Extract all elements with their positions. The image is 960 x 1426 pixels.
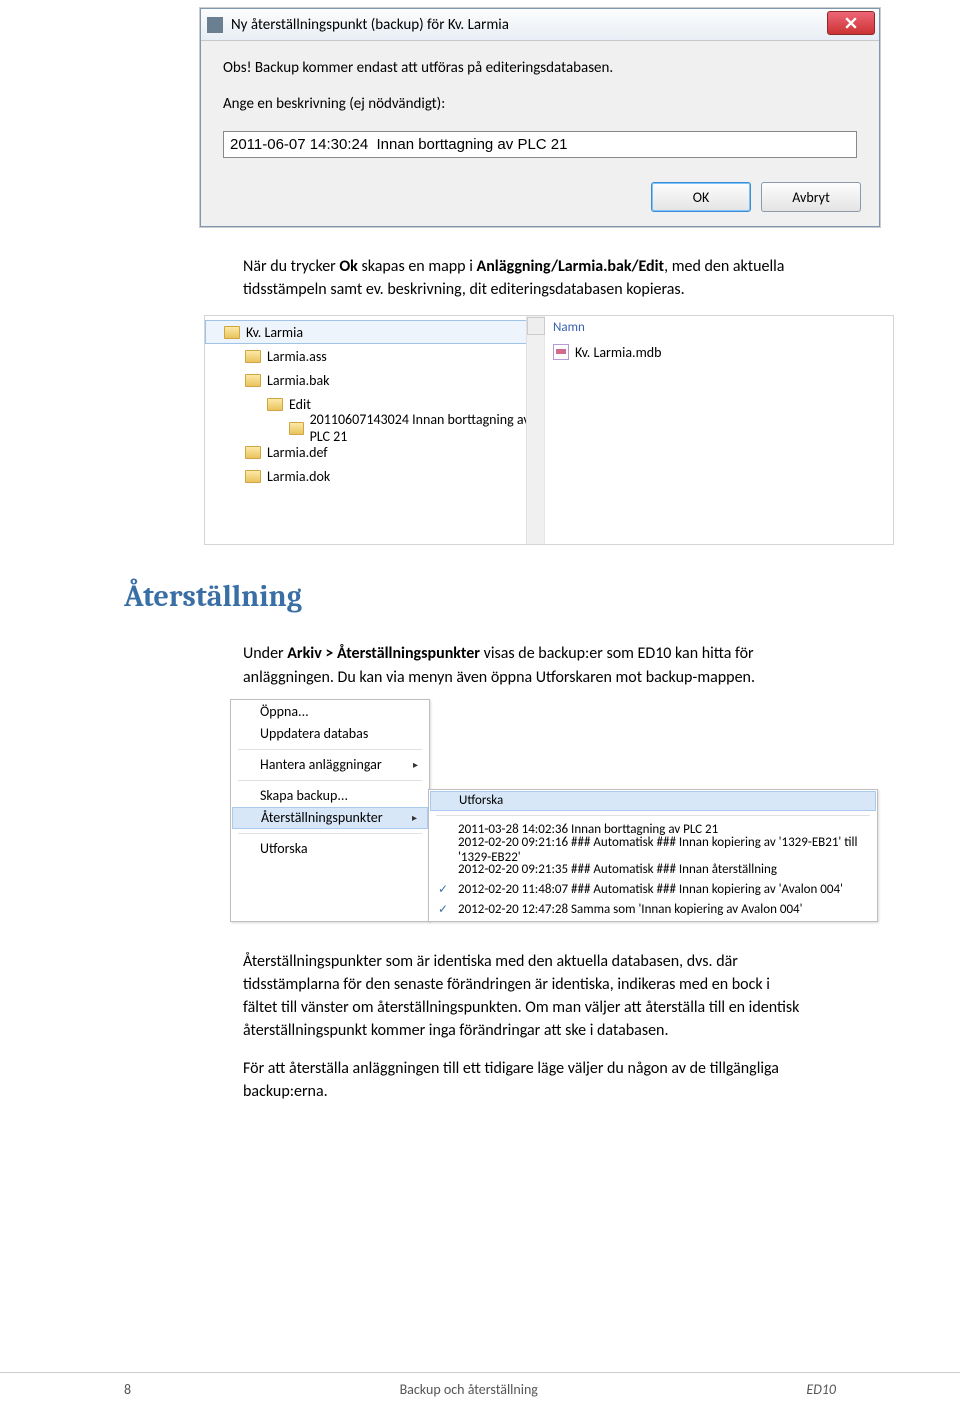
- folder-icon: [245, 446, 261, 459]
- folder-icon: [289, 422, 304, 435]
- text: skapas en mapp i: [358, 257, 477, 276]
- dialog-titlebar: Ny återställningspunkt (backup) för Kv. …: [201, 9, 879, 41]
- menu-separator: [238, 780, 422, 781]
- scrollbar[interactable]: [526, 316, 544, 544]
- tree-label: Larmia.dok: [267, 468, 330, 485]
- ok-button[interactable]: OK: [651, 182, 751, 212]
- submenu-item[interactable]: 2012-02-20 09:21:16 ### Automatisk ### I…: [430, 840, 876, 860]
- dialog-title: Ny återställningspunkt (backup) för Kv. …: [231, 16, 509, 34]
- heading-restore: Återställning: [124, 579, 960, 614]
- paragraph-4: För att återställa anläggningen till ett…: [243, 1057, 803, 1103]
- submenu-item[interactable]: ✓ 2012-02-20 11:48:07 ### Automatisk ### …: [430, 880, 876, 900]
- menu-label: Skapa backup...: [260, 787, 348, 804]
- folder-icon: [224, 326, 240, 339]
- menu-label: 2012-02-20 09:21:35 ### Automatisk ### I…: [458, 862, 777, 877]
- tree-label: Larmia.def: [267, 444, 328, 461]
- menu-separator: [238, 833, 422, 834]
- tree-label: Kv. Larmia: [246, 324, 303, 341]
- menu-label: 2012-02-20 12:47:28 Samma som 'Innan kop…: [458, 902, 803, 917]
- check-icon: ✓: [438, 902, 448, 917]
- footer-title: Backup och återställning: [400, 1381, 538, 1398]
- menu-item-open[interactable]: Öppna...: [232, 701, 428, 723]
- menu-separator: [436, 815, 870, 816]
- text: När du trycker: [243, 257, 339, 276]
- menu-item-restore-points[interactable]: Återställningspunkter ▸: [232, 807, 428, 829]
- text-bold: Ok: [339, 257, 358, 276]
- menu-label: Återställningspunkter: [261, 809, 383, 826]
- tree-label: Edit: [289, 396, 311, 413]
- folder-icon: [245, 350, 261, 363]
- column-header-name[interactable]: Namn: [553, 320, 885, 341]
- menu-item-create-backup[interactable]: Skapa backup...: [232, 785, 428, 807]
- menu-label: Uppdatera databas: [260, 725, 368, 742]
- menu-item-manage[interactable]: Hantera anläggningar ▸: [232, 754, 428, 776]
- page-number: 8: [124, 1381, 131, 1398]
- menu-screenshots: Öppna... Uppdatera databas Hantera anläg…: [230, 699, 960, 922]
- tree-label: Larmia.ass: [267, 348, 327, 365]
- text-bold: Arkiv > Återställningspunkter: [287, 644, 480, 663]
- submenu-item-explore[interactable]: Utforska: [430, 791, 876, 811]
- folder-tree: Kv. Larmia Larmia.ass Larmia.bak Edit 20…: [205, 316, 545, 544]
- check-icon: ✓: [438, 882, 448, 897]
- dialog-warning-text: Obs! Backup kommer endast att utföras på…: [223, 59, 857, 77]
- menu-label: Utforska: [260, 840, 308, 857]
- explorer-window: Kv. Larmia Larmia.ass Larmia.bak Edit 20…: [204, 315, 894, 545]
- submenu-item[interactable]: ✓ 2012-02-20 12:47:28 Samma som 'Innan ko…: [430, 900, 876, 920]
- file-icon: [553, 344, 569, 360]
- menu-label: 2012-02-20 11:48:07 ### Automatisk ### I…: [458, 882, 843, 897]
- footer-product: ED10: [806, 1381, 836, 1398]
- cancel-button[interactable]: Avbryt: [761, 182, 861, 212]
- menu-item-explore[interactable]: Utforska: [232, 838, 428, 860]
- paragraph-3: Återställningspunkter som är identiska m…: [243, 950, 803, 1043]
- text: Under: [243, 644, 287, 663]
- description-input[interactable]: [223, 131, 857, 158]
- tree-label: Larmia.bak: [267, 372, 330, 389]
- tree-item[interactable]: Larmia.ass: [205, 344, 544, 368]
- file-label: Kv. Larmia.mdb: [575, 344, 661, 361]
- app-icon: [207, 17, 223, 33]
- tree-item[interactable]: 20110607143024 Innan borttagning av PLC …: [205, 416, 544, 440]
- dialog-prompt-text: Ange en beskrivning (ej nödvändigt):: [223, 95, 857, 113]
- chevron-right-icon: ▸: [413, 758, 418, 771]
- file-list: Namn Kv. Larmia.mdb: [545, 316, 893, 544]
- menu-label: Utforska: [459, 793, 503, 808]
- tree-item[interactable]: Larmia.bak: [205, 368, 544, 392]
- menu-label: Hantera anläggningar: [260, 756, 382, 773]
- paragraph-1: När du trycker Ok skapas en mapp i Anläg…: [243, 255, 803, 301]
- menu-separator: [238, 749, 422, 750]
- dialog-button-row: OK Avbryt: [201, 172, 879, 226]
- folder-icon: [267, 398, 283, 411]
- chevron-right-icon: ▸: [412, 811, 417, 824]
- submenu-item[interactable]: 2012-02-20 09:21:35 ### Automatisk ### I…: [430, 860, 876, 880]
- menu-label: Öppna...: [260, 703, 309, 720]
- tree-item[interactable]: Kv. Larmia: [205, 320, 544, 344]
- close-button[interactable]: [827, 11, 875, 35]
- menu-item-update-db[interactable]: Uppdatera databas: [232, 723, 428, 745]
- page-footer: 8 Backup och återställning ED10: [0, 1372, 960, 1398]
- tree-label: 20110607143024 Innan borttagning av PLC …: [310, 411, 544, 445]
- backup-dialog: Ny återställningspunkt (backup) för Kv. …: [200, 8, 880, 227]
- dialog-body: Obs! Backup kommer endast att utföras på…: [201, 41, 879, 172]
- file-item[interactable]: Kv. Larmia.mdb: [553, 341, 885, 363]
- arkiv-menu: Öppna... Uppdatera databas Hantera anläg…: [230, 699, 430, 922]
- folder-icon: [245, 470, 261, 483]
- folder-icon: [245, 374, 261, 387]
- restore-submenu: Utforska 2011-03-28 14:02:36 Innan bortt…: [428, 789, 878, 922]
- paragraph-2: Under Arkiv > Återställningspunkter visa…: [243, 642, 803, 688]
- tree-item[interactable]: Larmia.dok: [205, 464, 544, 488]
- close-icon: [845, 17, 857, 29]
- text-bold: Anläggning/Larmia.bak/Edit: [477, 257, 665, 276]
